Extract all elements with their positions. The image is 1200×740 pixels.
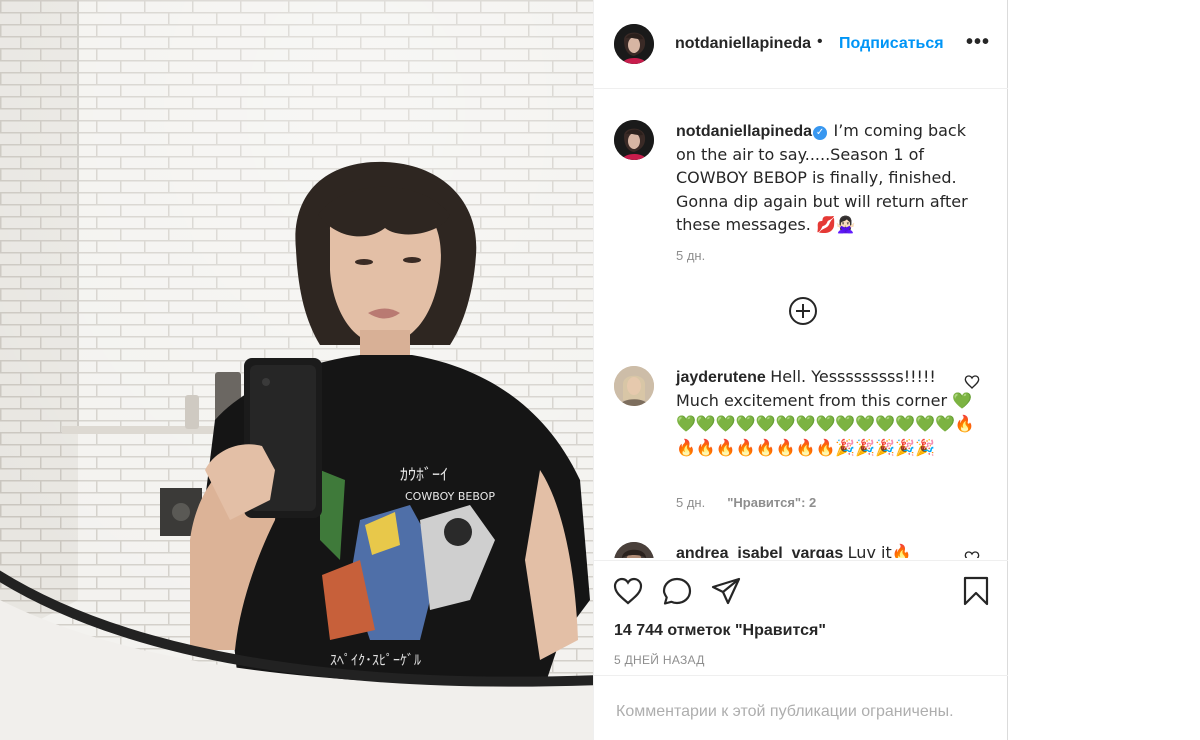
avatar[interactable] xyxy=(614,24,654,64)
svg-text:ｶｳﾎﾞｰｲ: ｶｳﾎﾞｰｲ xyxy=(400,465,448,484)
load-more-comments-button[interactable] xyxy=(786,294,820,328)
post-details-panel: notdaniellapineda • Подписаться ••• notd… xyxy=(593,0,1008,740)
separator-dot: • xyxy=(817,33,823,50)
comment-text-block: andrea_isabel_vargas Luv it🔥 xyxy=(676,542,976,558)
comment-like-heart-icon[interactable] xyxy=(964,550,980,558)
comments-restricted-notice: Комментарии к этой публикации ограничены… xyxy=(594,675,1008,740)
heart-icon[interactable] xyxy=(612,575,644,607)
caption-text-block: notdaniellapineda ✓ I’m coming back on th… xyxy=(676,120,976,238)
bookmark-icon[interactable] xyxy=(960,575,992,607)
post-actions: 14 744 отметок "Нравится" 5 ДНЕЙ НАЗАД xyxy=(594,560,1008,675)
comment-avatar[interactable] xyxy=(614,366,654,406)
page-background xyxy=(1008,0,1200,740)
comment-time[interactable]: 5 дн. xyxy=(676,495,705,510)
likes-count[interactable]: 14 744 отметок "Нравится" xyxy=(614,622,826,640)
verified-badge-icon: ✓ xyxy=(813,126,828,140)
comment-avatar[interactable] xyxy=(614,542,654,558)
comment-text: Luv it🔥 xyxy=(847,543,912,558)
post-header: notdaniellapineda • Подписаться ••• xyxy=(594,0,1008,89)
share-icon[interactable] xyxy=(710,575,742,607)
restricted-text: Комментарии к этой публикации ограничены… xyxy=(616,703,954,720)
comment-text-block: jayderutene Hell. Yesssssssss!!!!! Much … xyxy=(676,366,976,460)
caption-time[interactable]: 5 дн. xyxy=(676,248,705,263)
caption-username[interactable]: notdaniellapineda xyxy=(676,123,812,140)
comment-username[interactable]: jayderutene xyxy=(676,369,766,386)
comments-list[interactable]: notdaniellapineda ✓ I’m coming back on th… xyxy=(594,90,1008,558)
svg-text:COWBOY BEBOP: COWBOY BEBOP xyxy=(405,490,495,503)
comment-icon[interactable] xyxy=(661,575,693,607)
follow-button[interactable]: Подписаться xyxy=(839,35,944,53)
caption-avatar[interactable] xyxy=(614,120,654,160)
post-photo[interactable]: ｶｳﾎﾞｰｲ COWBOY BEBOP ｽﾍﾟｲｸ･ｽﾋﾟｰｹﾞﾙ xyxy=(0,0,593,740)
comment-meta: 5 дн. "Нравится": 2 xyxy=(676,495,816,510)
comment-username[interactable]: andrea_isabel_vargas xyxy=(676,545,843,558)
plus-circle-icon xyxy=(789,297,817,325)
header-username[interactable]: notdaniellapineda xyxy=(675,35,811,53)
more-options-icon[interactable]: ••• xyxy=(966,31,990,54)
comment-like-heart-icon[interactable] xyxy=(964,374,980,390)
comment-likes[interactable]: "Нравится": 2 xyxy=(727,495,816,510)
post-date[interactable]: 5 ДНЕЙ НАЗАД xyxy=(614,653,705,667)
svg-text:ｽﾍﾟｲｸ･ｽﾋﾟｰｹﾞﾙ: ｽﾍﾟｲｸ･ｽﾋﾟｰｹﾞﾙ xyxy=(330,653,421,669)
